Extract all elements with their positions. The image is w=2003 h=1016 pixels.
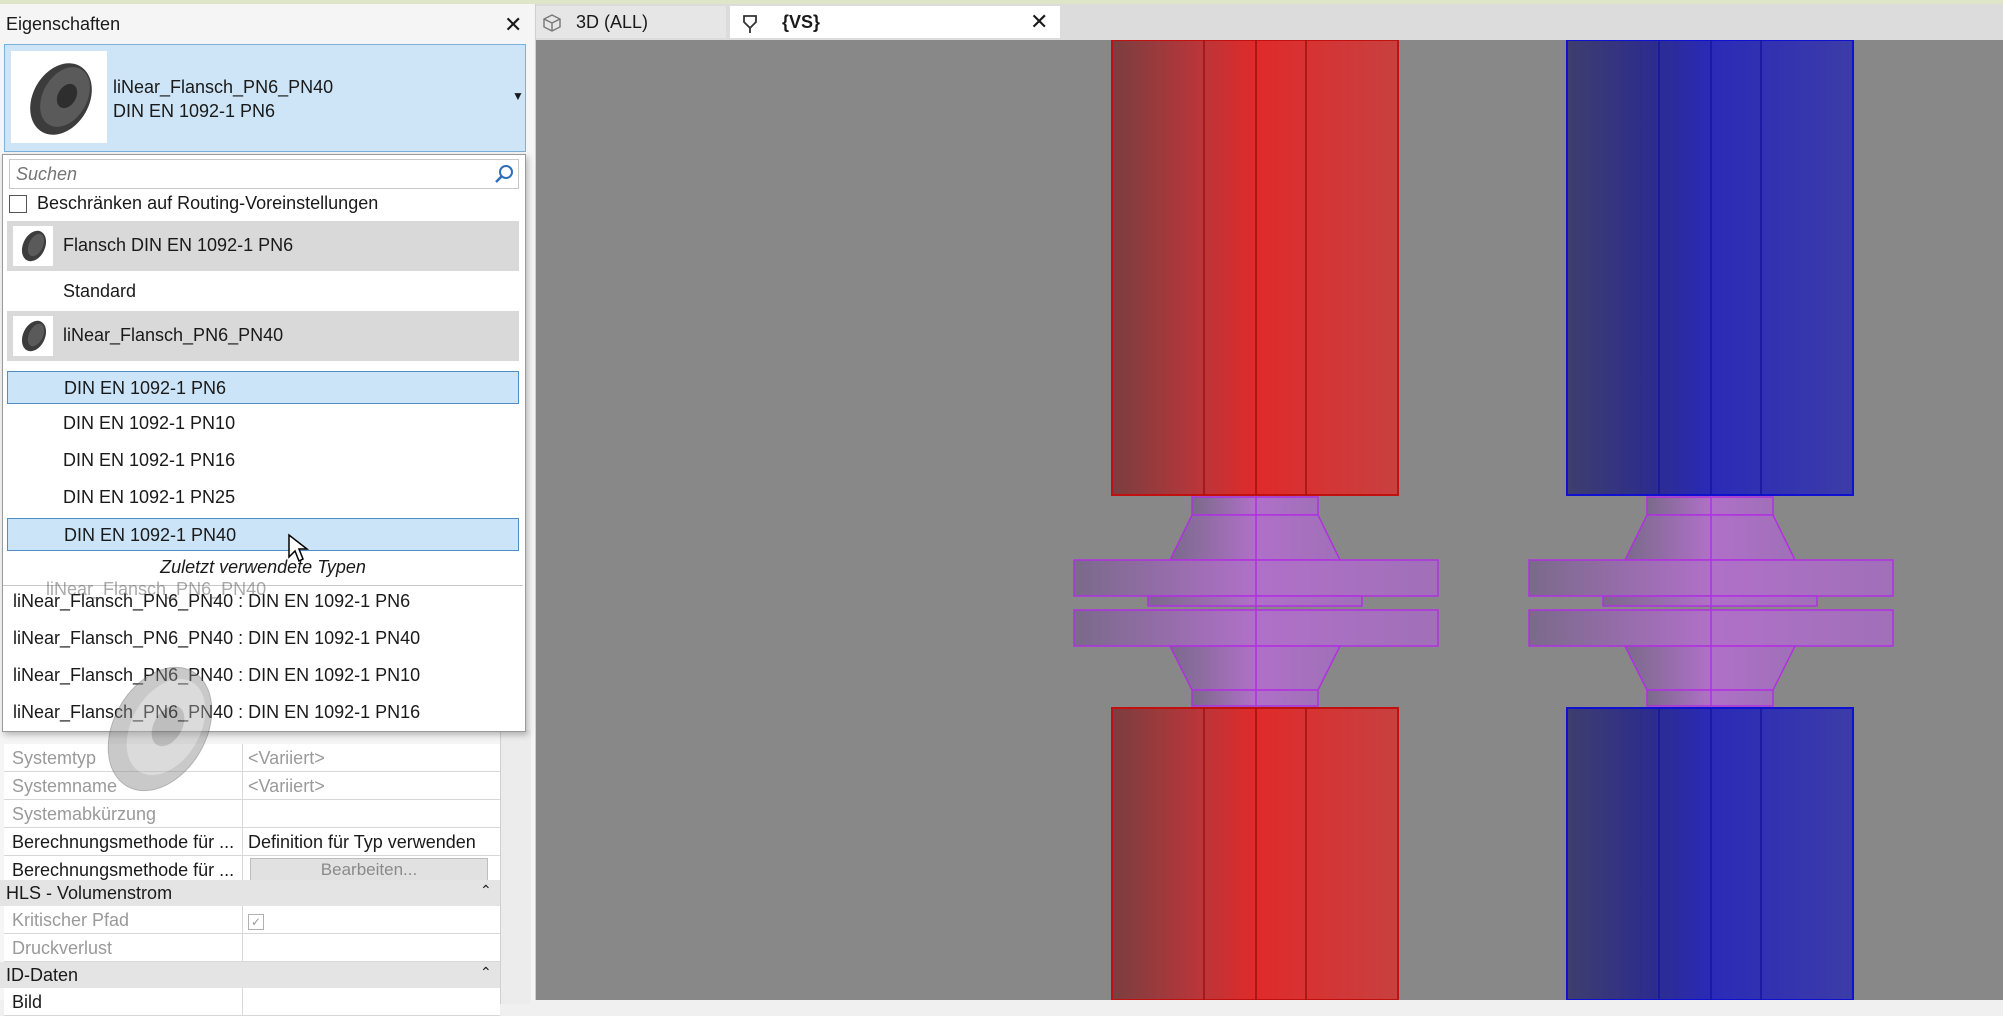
pipe-flange-drawing <box>1073 40 1894 1000</box>
flange-thumbnail-icon <box>13 226 53 266</box>
property-row-kritischer-pfad[interactable]: Kritischer Pfad ✓ <box>4 906 500 934</box>
list-item-selected[interactable]: DIN EN 1092-1 PN6 <box>7 371 519 404</box>
recent-types-header: Zuletzt verwendete Typen <box>160 557 366 577</box>
type-family-label: liNear_Flansch_PN6_PN40 <box>113 77 334 97</box>
flange-preview-icon <box>107 666 213 792</box>
list-item[interactable]: DIN EN 1092-1 PN10 <box>7 407 517 438</box>
drawing-viewport[interactable] <box>536 40 2003 1000</box>
list-item-hovered[interactable]: DIN EN 1092-1 PN40 <box>7 518 519 551</box>
search-icon[interactable] <box>494 164 514 189</box>
property-row-berechnungsmethode-1[interactable]: Berechnungsmethode für ... Definition fü… <box>4 828 500 856</box>
close-tab-icon[interactable]: ✕ <box>1030 9 1048 35</box>
scrollbar[interactable] <box>500 730 531 1004</box>
type-name-label: DIN EN 1092-1 PN6 <box>113 101 276 121</box>
view-pin-icon <box>743 15 757 33</box>
group-header-flansch: Flansch DIN EN 1092-1 PN6 <box>7 221 519 271</box>
close-icon[interactable]: ✕ <box>504 12 522 38</box>
type-selector[interactable]: liNear_Flansch_PN6_PN40 DIN EN 1092-1 PN… <box>4 44 526 152</box>
collapse-icon[interactable]: ⌃ <box>480 964 492 981</box>
properties-panel: Eigenschaften ✕ liNear_Flansch_PN6_PN40 … <box>0 4 536 1016</box>
section-header-volumenstrom[interactable]: HLS - Volumenstrom ⌃ <box>0 880 500 906</box>
3d-view-icon <box>543 14 561 32</box>
list-item[interactable]: DIN EN 1092-1 PN16 <box>7 444 517 475</box>
tab-vs[interactable]: {VS} ✕ <box>730 6 1060 38</box>
flange-thumbnail-icon <box>13 316 53 356</box>
flange-thumbnail-icon <box>11 51 107 143</box>
property-row-bild[interactable]: Bild <box>4 988 500 1016</box>
red-pipe-assembly <box>1073 40 1439 1000</box>
panel-title: Eigenschaften <box>6 14 121 34</box>
view-tab-bar: 3D (ALL) {VS} ✕ <box>536 4 2003 41</box>
drag-preview: liNear_Flansch_PN6_PN40 <box>30 579 300 819</box>
list-item[interactable]: DIN EN 1092-1 PN25 <box>7 481 517 512</box>
restrict-checkbox[interactable] <box>9 195 27 213</box>
edit-button[interactable]: Bearbeiten... <box>250 858 488 882</box>
property-row-druckverlust[interactable]: Druckverlust <box>4 934 500 962</box>
section-header-id-daten[interactable]: ID-Daten ⌃ <box>0 962 500 988</box>
checkbox-checked-icon[interactable]: ✓ <box>248 910 496 931</box>
group-header-linear-flansch: liNear_Flansch_PN6_PN40 <box>7 311 519 361</box>
search-box <box>9 159 519 189</box>
search-input[interactable] <box>16 163 476 185</box>
chevron-down-icon[interactable]: ▼ <box>512 89 524 103</box>
drag-preview-label: liNear_Flansch_PN6_PN40 <box>46 579 267 599</box>
blue-pipe-assembly <box>1528 40 1894 1000</box>
list-item[interactable]: Standard <box>7 275 517 306</box>
tab-3d-all[interactable]: 3D (ALL) <box>536 6 726 38</box>
collapse-icon[interactable]: ⌃ <box>480 882 492 899</box>
